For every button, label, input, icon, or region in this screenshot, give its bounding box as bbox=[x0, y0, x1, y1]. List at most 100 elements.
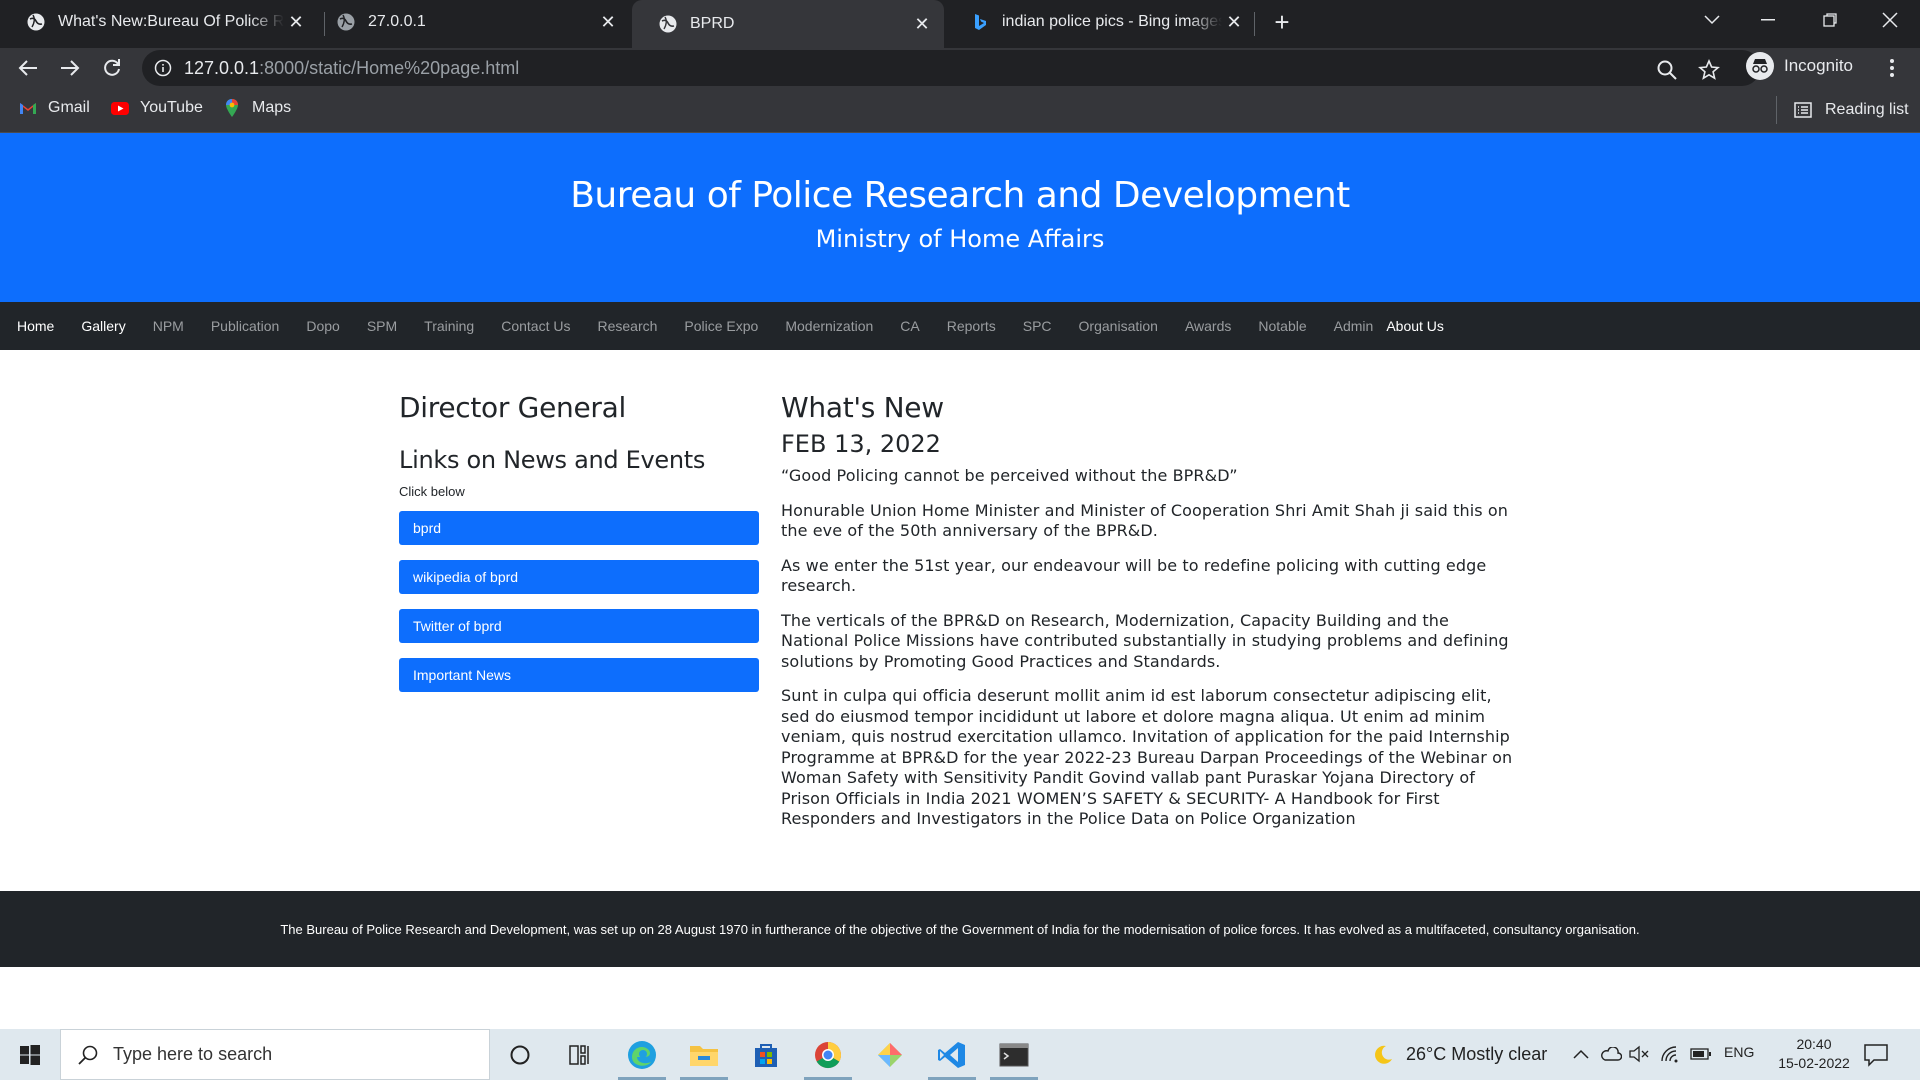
input-language[interactable]: ENG bbox=[1724, 1044, 1754, 1060]
nav-link-npm[interactable]: NPM bbox=[153, 318, 184, 334]
chrome-icon bbox=[815, 1041, 842, 1068]
taskbar-search-box[interactable]: Type here to search bbox=[60, 1029, 490, 1080]
battery-tray-icon[interactable] bbox=[1690, 1043, 1712, 1065]
footer-text: The Bureau of Police Research and Develo… bbox=[280, 921, 1640, 937]
close-tab-icon[interactable]: ✕ bbox=[1222, 10, 1246, 34]
nav-link-home[interactable]: Home bbox=[17, 318, 54, 334]
nav-link-modernization[interactable]: Modernization bbox=[785, 318, 873, 334]
restore-button[interactable] bbox=[1802, 0, 1858, 40]
browser-tab-bar: What's New:Bureau Of Police Research and… bbox=[0, 0, 1920, 48]
chrome-taskbar-app[interactable] bbox=[800, 1029, 856, 1080]
nav-link-awards[interactable]: Awards bbox=[1185, 318, 1231, 334]
nav-link-organisation[interactable]: Organisation bbox=[1079, 318, 1158, 334]
edge-taskbar-app[interactable] bbox=[614, 1029, 670, 1080]
nav-link-publication[interactable]: Publication bbox=[211, 318, 280, 334]
tab-title: What's New:Bureau Of Police Research and… bbox=[58, 13, 284, 30]
cortana-button[interactable] bbox=[492, 1029, 548, 1080]
store-icon bbox=[755, 1043, 777, 1067]
news-quote: “Good Policing cannot be perceived witho… bbox=[781, 466, 1238, 485]
bookmark-maps[interactable]: Maps bbox=[222, 98, 291, 118]
terminal-icon bbox=[999, 1043, 1029, 1066]
cortana-icon bbox=[510, 1045, 530, 1064]
profile-label: Incognito bbox=[1784, 56, 1853, 75]
chevron-down-icon bbox=[1704, 15, 1720, 25]
nav-link-ca[interactable]: CA bbox=[900, 318, 919, 334]
close-tab-icon[interactable]: ✕ bbox=[596, 10, 620, 34]
weather-widget[interactable]: 26°C Mostly clear bbox=[1372, 1029, 1547, 1080]
bprd-link-button[interactable]: bprd bbox=[399, 511, 759, 545]
nav-link-admin[interactable]: Admin bbox=[1334, 318, 1374, 334]
bookmark-youtube[interactable]: YouTube bbox=[110, 98, 203, 118]
twitter-link-button[interactable]: Twitter of bprd bbox=[399, 609, 759, 643]
task-view-icon bbox=[569, 1044, 589, 1065]
browser-tab[interactable]: 27.0.0.1 ✕ bbox=[310, 0, 630, 44]
browser-menu-button[interactable] bbox=[1880, 56, 1904, 80]
close-tab-icon[interactable]: ✕ bbox=[284, 10, 308, 34]
volume-tray-icon[interactable] bbox=[1628, 1043, 1650, 1065]
tab-search-button[interactable] bbox=[1684, 0, 1740, 40]
info-icon[interactable] bbox=[154, 59, 172, 77]
site-header: Bureau of Police Research and Developmen… bbox=[0, 133, 1920, 302]
notification-center-icon[interactable] bbox=[1862, 1041, 1890, 1069]
task-view-button[interactable] bbox=[552, 1029, 608, 1080]
terminal-taskbar-app[interactable] bbox=[986, 1029, 1042, 1080]
nav-link-training[interactable]: Training bbox=[424, 318, 474, 334]
start-button[interactable] bbox=[0, 1029, 60, 1080]
edge-icon bbox=[628, 1040, 656, 1069]
restore-icon bbox=[1823, 13, 1837, 27]
nav-link-gallery[interactable]: Gallery bbox=[81, 318, 125, 334]
windows-logo-icon bbox=[20, 1044, 40, 1065]
folder-icon bbox=[690, 1045, 718, 1066]
nav-link-about-us[interactable]: About Us bbox=[1386, 318, 1444, 334]
clock-time: 20:40 bbox=[1796, 1036, 1832, 1052]
minimize-icon bbox=[1761, 19, 1775, 21]
store-taskbar-app[interactable] bbox=[738, 1029, 794, 1080]
nav-link-research[interactable]: Research bbox=[597, 318, 657, 334]
minimize-button[interactable] bbox=[1740, 0, 1796, 40]
arrow-left-icon bbox=[18, 60, 37, 76]
close-tab-icon[interactable]: ✕ bbox=[910, 12, 934, 36]
nav-link-reports[interactable]: Reports bbox=[947, 318, 996, 334]
star-icon[interactable] bbox=[1698, 59, 1720, 81]
nav-link-spc[interactable]: SPC bbox=[1023, 318, 1052, 334]
zoom-search-icon[interactable] bbox=[1656, 59, 1678, 81]
nav-link-police-expo[interactable]: Police Expo bbox=[684, 318, 758, 334]
bookmarks-bar: Gmail YouTube Maps Reading list bbox=[0, 88, 1920, 133]
onedrive-tray-icon[interactable] bbox=[1600, 1043, 1622, 1065]
browser-tab[interactable]: What's New:Bureau Of Police Research and… bbox=[0, 0, 318, 44]
site-nav: Home Gallery NPM Publication Dopo SPM Tr… bbox=[0, 302, 1920, 350]
important-news-button[interactable]: Important News bbox=[399, 658, 759, 692]
click-below-label: Click below bbox=[399, 484, 465, 499]
show-hidden-icons-button[interactable] bbox=[1570, 1043, 1592, 1065]
wikipedia-link-button[interactable]: wikipedia of bprd bbox=[399, 560, 759, 594]
forward-button[interactable] bbox=[54, 52, 86, 84]
reading-list-icon bbox=[1794, 102, 1812, 118]
left-column: Director General Links on News and Event… bbox=[399, 391, 759, 692]
close-window-button[interactable] bbox=[1862, 0, 1918, 40]
news-date: FEB 13, 2022 bbox=[781, 430, 941, 458]
clock-date: 15-02-2022 bbox=[1778, 1055, 1850, 1071]
incognito-profile-button[interactable]: Incognito bbox=[1746, 52, 1853, 80]
news-paragraph: Honurable Union Home Minister and Minist… bbox=[781, 500, 1509, 541]
new-tab-button[interactable]: + bbox=[1268, 7, 1296, 37]
system-clock[interactable]: 20:40 15-02-2022 bbox=[1774, 1035, 1854, 1073]
browser-tab-active[interactable]: BPRD ✕ bbox=[632, 0, 944, 48]
vscode-taskbar-app[interactable] bbox=[924, 1029, 980, 1080]
browser-tab[interactable]: indian police pics - Bing images ✕ bbox=[944, 0, 1256, 44]
nav-link-dopo[interactable]: Dopo bbox=[306, 318, 339, 334]
nav-link-spm[interactable]: SPM bbox=[367, 318, 397, 334]
address-bar[interactable]: 127.0.0.1:8000/static/Home%20page.html bbox=[142, 50, 1760, 86]
back-button[interactable] bbox=[12, 52, 44, 84]
file-explorer-taskbar-app[interactable] bbox=[676, 1029, 732, 1080]
app-taskbar-icon[interactable] bbox=[862, 1029, 918, 1080]
nav-link-contact-us[interactable]: Contact Us bbox=[501, 318, 570, 334]
network-tray-icon[interactable] bbox=[1660, 1043, 1682, 1065]
reading-list-button[interactable]: Reading list bbox=[1776, 96, 1909, 124]
reload-button[interactable] bbox=[96, 52, 128, 84]
whats-new-heading: What's New bbox=[781, 391, 944, 424]
battery-icon bbox=[1690, 1048, 1711, 1060]
bing-icon bbox=[975, 14, 986, 30]
nav-link-notable[interactable]: Notable bbox=[1258, 318, 1306, 334]
bookmark-gmail[interactable]: Gmail bbox=[18, 98, 90, 118]
arrow-right-icon bbox=[61, 60, 80, 76]
